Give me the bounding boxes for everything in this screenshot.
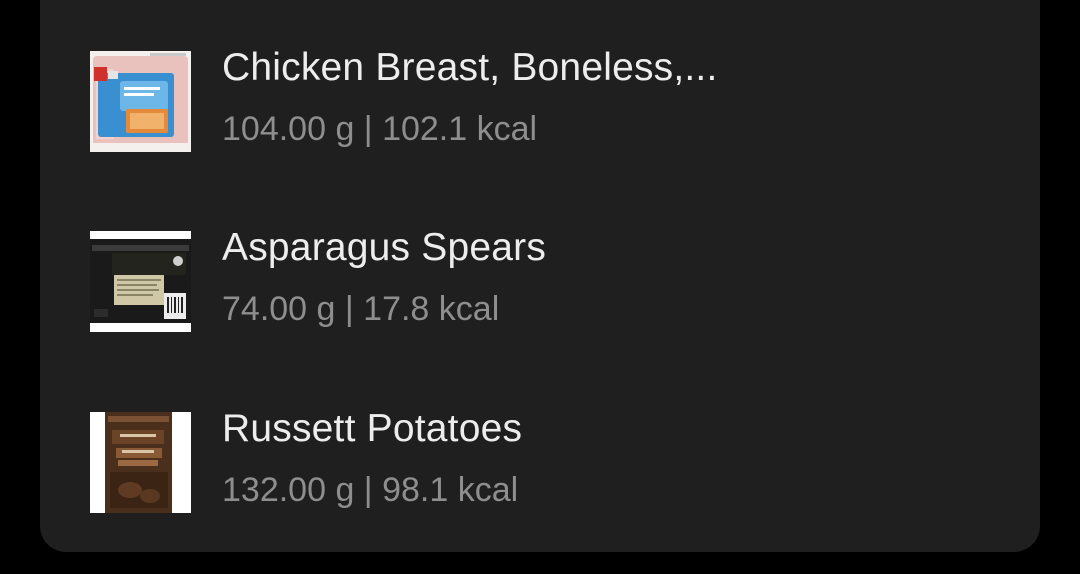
food-item-chicken[interactable]: Chicken Breast, Boneless,... 104.00 g | … <box>40 46 1040 201</box>
potato-bag-icon <box>90 412 191 513</box>
asparagus-package-icon <box>90 231 191 332</box>
food-name: Chicken Breast, Boneless,... <box>222 46 718 89</box>
food-amount-calories: 132.00 g | 98.1 kcal <box>222 471 519 509</box>
food-item-potatoes[interactable]: Russett Potatoes 132.00 g | 98.1 kcal <box>40 407 1040 562</box>
chicken-package-thumbnail <box>90 51 191 152</box>
asparagus-package-thumbnail <box>90 231 191 332</box>
potato-bag-thumbnail <box>90 412 191 513</box>
food-name: Asparagus Spears <box>222 226 547 269</box>
food-amount-calories: 74.00 g | 17.8 kcal <box>222 290 500 328</box>
food-amount-calories: 104.00 g | 102.1 kcal <box>222 110 538 148</box>
food-item-asparagus[interactable]: Asparagus Spears 74.00 g | 17.8 kcal <box>40 226 1040 381</box>
food-name: Russett Potatoes <box>222 407 523 450</box>
food-list-card: Chicken Breast, Boneless,... 104.00 g | … <box>40 0 1040 552</box>
chicken-package-icon <box>90 51 191 152</box>
